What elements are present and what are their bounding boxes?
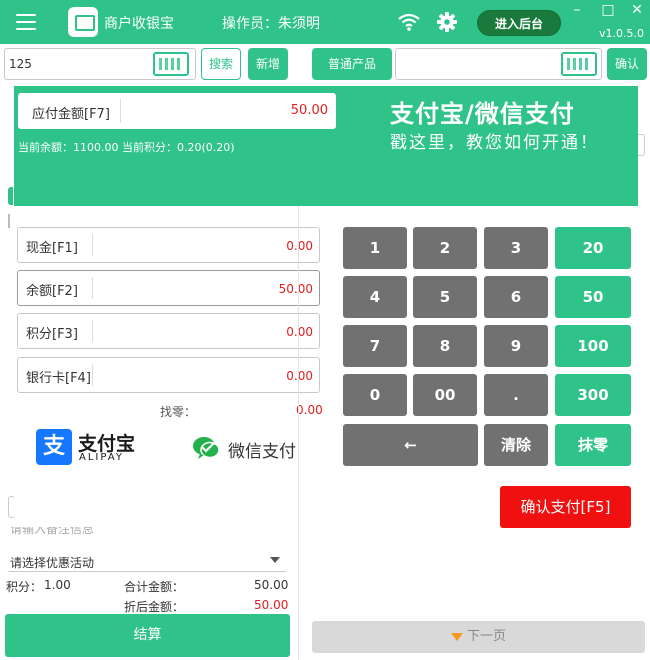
key-3[interactable]: 3 (484, 227, 548, 269)
bank-card-field[interactable]: 银行卡[F4] 0.00 (17, 357, 320, 393)
add-button[interactable]: 新增 (248, 48, 288, 80)
wifi-icon[interactable] (398, 12, 420, 32)
gear-icon[interactable] (436, 11, 458, 33)
round-off-key[interactable]: 抹零 (555, 424, 631, 466)
key-4[interactable]: 4 (343, 276, 407, 318)
remark-placeholder: 请输入备注信息 (10, 527, 95, 536)
key-8[interactable]: 8 (413, 325, 477, 367)
balance-value: 50.00 (278, 282, 313, 296)
remark-field-edge[interactable] (8, 496, 15, 518)
key-100[interactable]: 100 (555, 325, 631, 367)
wechat-pay-logo[interactable]: 微信支付 (192, 433, 322, 463)
edge-tick (8, 214, 10, 228)
alipay-logo[interactable]: 支 支付宝 ALIPAY (36, 429, 140, 465)
points-field[interactable]: 积分[F3] 0.00 (17, 313, 320, 349)
promotion-select[interactable]: 请选择优惠活动 (8, 546, 286, 572)
keyboard-icon[interactable] (153, 52, 189, 76)
points-total-label: 积分： (6, 580, 43, 594)
key-300[interactable]: 300 (555, 374, 631, 416)
amount-due-label: 应付金额[F7] (32, 107, 110, 122)
clear-key[interactable]: 清除 (484, 424, 548, 466)
discount-amount-value: 50.00 (254, 598, 289, 612)
bank-card-label: 银行卡[F4] (26, 371, 91, 386)
confirm-button[interactable]: 确认 (607, 48, 647, 80)
change-label: 找零： (160, 405, 197, 419)
amount-due-field[interactable]: 应付金额[F7] 50.00 (18, 93, 336, 129)
balance-field[interactable]: 余额[F2] 50.00 (17, 270, 320, 306)
wechat-icon (193, 437, 220, 459)
version-label: v1.0.5.0 (599, 27, 644, 40)
keyboard-icon-right[interactable] (561, 52, 597, 76)
edge-tab (8, 187, 13, 205)
wechat-pay-name: 微信支付 (228, 442, 296, 462)
chevron-down-icon (270, 557, 280, 563)
settle-button[interactable]: 结算 (5, 614, 290, 657)
amount-due-value: 50.00 (290, 103, 328, 118)
cash-value: 0.00 (286, 239, 313, 253)
key-5[interactable]: 5 (413, 276, 477, 318)
maximize-button[interactable]: □ (597, 2, 619, 18)
key-9[interactable]: 9 (484, 325, 548, 367)
key-2[interactable]: 2 (413, 227, 477, 269)
edge-field (637, 134, 645, 156)
divider (92, 234, 93, 256)
key-20[interactable]: 20 (555, 227, 631, 269)
discount-amount-label: 折后金额： (124, 600, 185, 614)
bank-card-value: 0.00 (286, 369, 313, 383)
next-page-label: 下一页 (466, 629, 506, 644)
next-page-button[interactable]: 下一页 (312, 621, 645, 653)
minimize-button[interactable]: – (566, 2, 588, 18)
total-amount-value: 50.00 (254, 578, 289, 592)
key-dot[interactable]: . (484, 374, 548, 416)
promo-title[interactable]: 支付宝/微信支付 (390, 94, 575, 129)
key-50[interactable]: 50 (555, 276, 631, 318)
divider (92, 320, 93, 342)
menu-icon[interactable] (14, 11, 38, 33)
key-00[interactable]: 00 (413, 374, 477, 416)
points-total-value: 1.00 (44, 578, 71, 592)
cash-label: 现金[F1] (26, 241, 78, 256)
backspace-key[interactable]: ← (343, 424, 478, 466)
key-6[interactable]: 6 (484, 276, 548, 318)
divider (92, 277, 93, 299)
divider (92, 364, 93, 386)
cash-field[interactable]: 现金[F1] 0.00 (17, 227, 320, 263)
points-value: 0.00 (286, 325, 313, 339)
promotion-select-value: 请选择优惠活动 (10, 556, 95, 570)
close-button[interactable]: ✕ (626, 2, 648, 18)
key-7[interactable]: 7 (343, 325, 407, 367)
panel-divider (298, 206, 299, 660)
app-logo-icon (68, 7, 98, 37)
key-0[interactable]: 0 (343, 374, 407, 416)
key-1[interactable]: 1 (343, 227, 407, 269)
alipay-wechat-banner[interactable]: 应付金额[F7] 50.00 当前余额：1100.00 当前积分：0.20(0.… (14, 86, 638, 206)
balance-label: 余额[F2] (26, 284, 78, 299)
points-label: 积分[F3] (26, 327, 78, 342)
operator-label: 操作员：朱须明 (222, 16, 320, 32)
alipay-name-en: ALIPAY (79, 452, 124, 463)
confirm-payment-button[interactable]: 确认支付[F5] (500, 486, 631, 528)
total-amount-label: 合计金额： (124, 580, 185, 594)
change-value: 0.00 (296, 403, 323, 417)
divider (120, 99, 121, 123)
promo-subtitle[interactable]: 戳这里，教您如何开通！ (390, 128, 599, 153)
balance-info: 当前余额：1100.00 当前积分：0.20(0.20) (18, 141, 235, 154)
arrow-down-icon (450, 632, 463, 641)
title-bar: 商户收银宝 操作员：朱须明 进入后台 – □ ✕ v1.0.5.0 (0, 0, 650, 44)
search-button[interactable]: 搜索 (201, 48, 241, 80)
alipay-icon: 支 (36, 429, 72, 465)
remark-input[interactable]: 请输入备注信息 (10, 527, 94, 540)
product-type-button[interactable]: 普通产品 (312, 48, 392, 80)
enter-backend-button[interactable]: 进入后台 (477, 10, 561, 36)
app-title: 商户收银宝 (104, 16, 174, 32)
